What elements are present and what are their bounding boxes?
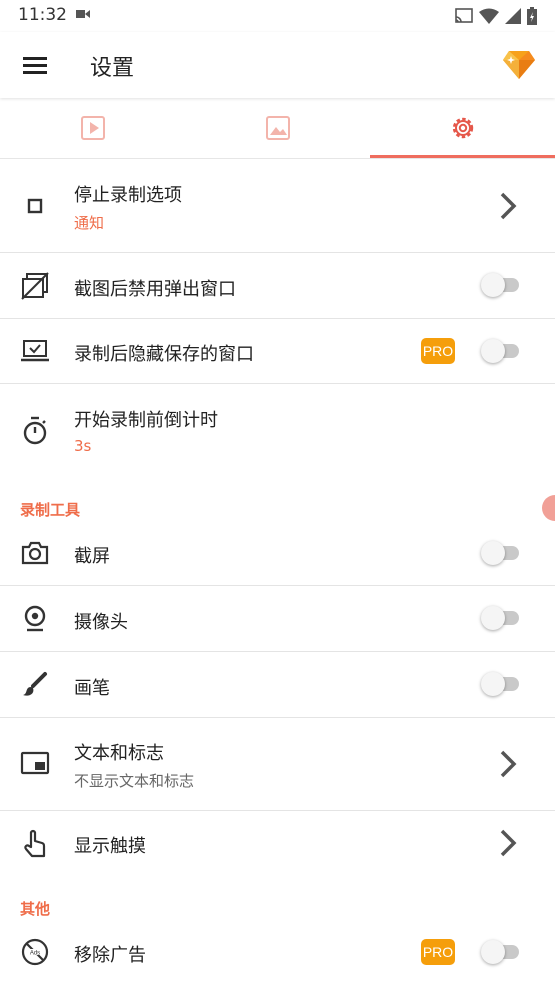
laptop-check-icon bbox=[21, 340, 49, 362]
section-header-other: 其他 bbox=[20, 900, 51, 918]
setting-title: 停止录制选项 bbox=[74, 185, 182, 206]
image-off-icon bbox=[21, 272, 49, 300]
tool-brush[interactable]: 画笔 bbox=[0, 652, 555, 718]
chevron-right-icon bbox=[500, 750, 517, 778]
toggle-thumb bbox=[481, 339, 505, 363]
image-icon bbox=[265, 116, 290, 140]
camera-icon bbox=[21, 541, 49, 565]
floating-bubble[interactable] bbox=[542, 495, 555, 521]
video-play-icon bbox=[80, 116, 105, 140]
brush-toggle[interactable] bbox=[481, 672, 521, 696]
battery-icon bbox=[527, 7, 537, 25]
setting-value: 不显示文本和标志 bbox=[74, 772, 195, 790]
setting-title: 文本和标志 bbox=[74, 743, 164, 764]
toggle-thumb bbox=[481, 541, 505, 565]
section-header-tools: 录制工具 bbox=[20, 501, 81, 519]
ads-off-icon: Ads bbox=[21, 938, 49, 966]
pro-badge: PRO bbox=[421, 939, 455, 965]
picture-in-picture-icon bbox=[20, 751, 50, 775]
setting-title: 录制后隐藏保存的窗口 bbox=[74, 344, 254, 365]
wifi-icon bbox=[479, 8, 499, 24]
app-bar: 设置 bbox=[0, 32, 555, 98]
setting-value: 通知 bbox=[74, 214, 105, 232]
svg-text:Ads: Ads bbox=[30, 951, 40, 957]
remove-ads-toggle[interactable] bbox=[481, 940, 521, 964]
setting-stop-options[interactable]: 停止录制选项 通知 bbox=[0, 159, 555, 253]
premium-gem-icon[interactable] bbox=[501, 46, 537, 82]
tab-image[interactable] bbox=[185, 98, 370, 158]
chevron-right-icon bbox=[500, 192, 517, 220]
setting-title: 截图后禁用弹出窗口 bbox=[74, 279, 236, 300]
tab-settings[interactable] bbox=[370, 98, 555, 158]
tab-video[interactable] bbox=[0, 98, 185, 158]
stop-square-icon bbox=[27, 198, 43, 214]
status-bar: 11:32 bbox=[0, 0, 555, 32]
screenshot-toggle[interactable] bbox=[481, 541, 521, 565]
pro-badge: PRO bbox=[421, 338, 455, 364]
toggle-thumb bbox=[481, 273, 505, 297]
menu-icon[interactable] bbox=[20, 50, 50, 80]
setting-title: 移除广告 bbox=[74, 945, 146, 966]
setting-countdown[interactable]: 开始录制前倒计时 3s bbox=[0, 384, 555, 484]
signal-icon bbox=[505, 8, 521, 24]
setting-title: 截屏 bbox=[74, 546, 110, 567]
setting-hide-saved-window[interactable]: 录制后隐藏保存的窗口 PRO bbox=[0, 319, 555, 384]
other-remove-ads[interactable]: Ads 移除广告 PRO bbox=[0, 920, 555, 984]
brush-icon bbox=[23, 672, 47, 696]
disable-popup-toggle[interactable] bbox=[481, 273, 521, 297]
gear-icon bbox=[452, 117, 473, 139]
toggle-thumb bbox=[481, 940, 505, 964]
video-record-icon bbox=[76, 10, 90, 18]
toggle-thumb bbox=[481, 672, 505, 696]
setting-disable-popup[interactable]: 截图后禁用弹出窗口 bbox=[0, 253, 555, 319]
chevron-right-icon bbox=[500, 829, 517, 857]
toggle-thumb bbox=[481, 606, 505, 630]
status-icons bbox=[455, 7, 537, 25]
tool-camera[interactable]: 摄像头 bbox=[0, 586, 555, 652]
timer-icon bbox=[23, 416, 47, 445]
tab-indicator bbox=[370, 155, 555, 158]
setting-value: 3s bbox=[74, 437, 92, 455]
setting-title: 画笔 bbox=[74, 678, 110, 699]
tab-bar bbox=[0, 98, 555, 159]
cast-icon bbox=[455, 8, 473, 23]
tool-text-logo[interactable]: 文本和标志 不显示文本和标志 bbox=[0, 718, 555, 811]
camera-toggle[interactable] bbox=[481, 606, 521, 630]
tool-show-touch[interactable]: 显示触摸 bbox=[0, 811, 555, 876]
page-title: 设置 bbox=[90, 56, 135, 81]
touch-hand-icon bbox=[24, 829, 46, 858]
webcam-icon bbox=[24, 605, 46, 632]
status-time: 11:32 bbox=[18, 5, 67, 25]
tool-screenshot[interactable]: 截屏 bbox=[0, 520, 555, 586]
hide-saved-toggle[interactable] bbox=[481, 339, 521, 363]
setting-title: 开始录制前倒计时 bbox=[74, 410, 218, 431]
setting-title: 显示触摸 bbox=[74, 836, 146, 857]
setting-title: 摄像头 bbox=[74, 612, 128, 633]
